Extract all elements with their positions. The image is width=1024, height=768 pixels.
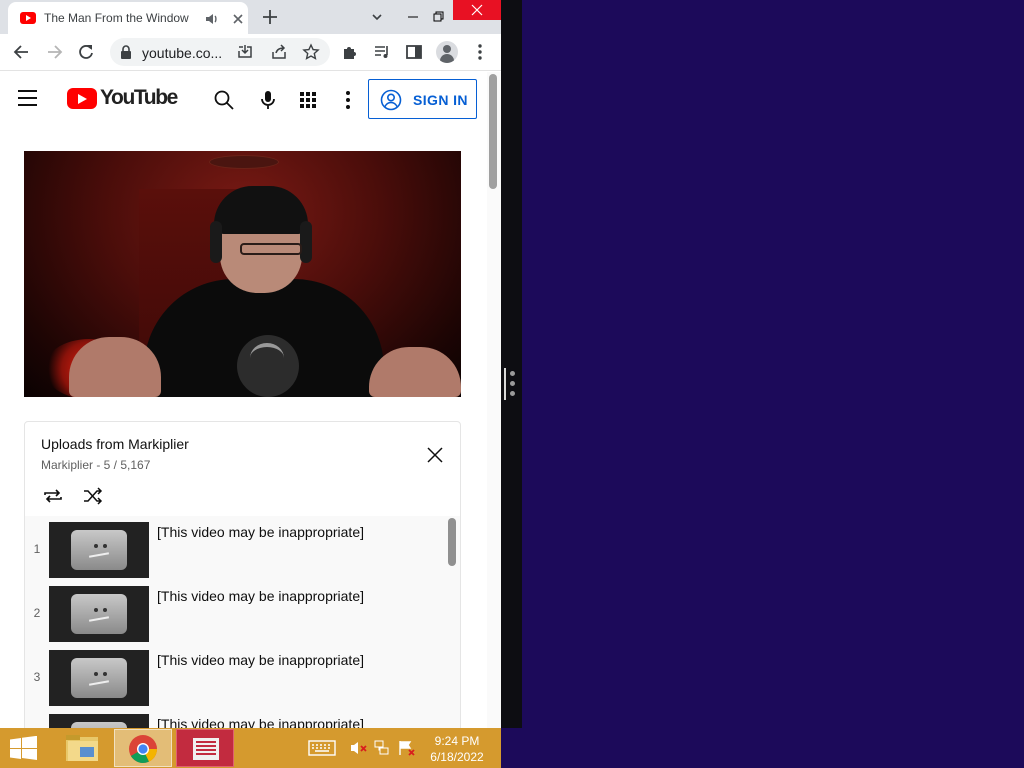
- playlist-item-title[interactable]: [This video may be inappropriate]: [157, 588, 364, 604]
- page-scrollbar-thumb[interactable]: [489, 74, 497, 189]
- network-icon[interactable]: [374, 740, 392, 761]
- sign-in-button[interactable]: SIGN IN: [368, 79, 477, 119]
- install-app-icon[interactable]: [236, 43, 254, 61]
- video-thumbnail[interactable]: [49, 650, 149, 706]
- video-player[interactable]: [24, 151, 461, 397]
- playlist-scrollbar[interactable]: [448, 518, 456, 566]
- playlist-item-index: 2: [33, 606, 41, 620]
- youtube-logo-icon[interactable]: [67, 88, 97, 109]
- profile-avatar-icon[interactable]: [436, 41, 458, 63]
- keyboard-icon[interactable]: [308, 740, 336, 761]
- shuffle-icon[interactable]: [81, 484, 105, 508]
- new-tab-plus-icon[interactable]: [258, 5, 282, 29]
- browser-tab[interactable]: The Man From the Window: [8, 2, 248, 34]
- desktop-background: [501, 0, 1024, 768]
- sign-in-label: SIGN IN: [413, 92, 468, 108]
- youtube-favicon-icon: [20, 12, 36, 24]
- bookmark-star-icon[interactable]: [302, 43, 320, 61]
- forward-arrow-icon[interactable]: [44, 42, 64, 62]
- hamburger-menu-icon[interactable]: [18, 90, 38, 106]
- media-queue-icon[interactable]: [372, 42, 392, 62]
- playlist-item[interactable]: 4 [This video may be inappropriate]: [25, 708, 445, 728]
- windows-start-icon[interactable]: [10, 735, 38, 760]
- glasses: [240, 243, 302, 255]
- system-clock[interactable]: 9:24 PM 6/18/2022: [418, 733, 496, 765]
- url-text[interactable]: youtube.co...: [142, 45, 222, 61]
- playlist-panel: Uploads from Markiplier Markiplier - 5 /…: [24, 421, 461, 728]
- browser-toolbar: youtube.co...: [0, 34, 501, 71]
- clock-date: 6/18/2022: [430, 750, 484, 764]
- microphone-highlight: [250, 343, 284, 373]
- playlist-item-title[interactable]: [This video may be inappropriate]: [157, 524, 364, 540]
- youtube-header: YouTube SIGN IN: [0, 72, 487, 127]
- more-vertical-icon[interactable]: [470, 42, 490, 62]
- microphone-icon[interactable]: [256, 88, 280, 112]
- address-bar[interactable]: youtube.co...: [110, 38, 330, 66]
- tab-title: The Man From the Window: [44, 11, 189, 25]
- side-panel-icon[interactable]: [404, 42, 424, 62]
- taskbar: 9:24 PM 6/18/2022: [0, 728, 501, 768]
- page-scrollbar[interactable]: [487, 72, 501, 728]
- taskbar-right-area: [501, 728, 1024, 768]
- reload-icon[interactable]: [76, 42, 96, 62]
- chrome-taskbar-icon[interactable]: [114, 729, 172, 767]
- playlist-item-title[interactable]: [This video may be inappropriate]: [157, 652, 364, 668]
- chrome-window: The Man From the Window youtube.co... Yo…: [0, 0, 501, 728]
- youtube-logo-text[interactable]: YouTube: [100, 86, 178, 110]
- user-circle-icon: [380, 89, 402, 116]
- apps-grid-icon[interactable]: [296, 88, 320, 112]
- playlist-item[interactable]: 1 [This video may be inappropriate]: [25, 516, 445, 580]
- playlist-title[interactable]: Uploads from Markiplier: [41, 436, 189, 452]
- ceiling-light: [209, 155, 279, 169]
- extensions-puzzle-icon[interactable]: [340, 42, 360, 62]
- playlist-subtitle: Markiplier - 5 / 5,167: [41, 458, 151, 472]
- playlist-item[interactable]: 2 [This video may be inappropriate]: [25, 580, 445, 644]
- playlist-item-title[interactable]: [This video may be inappropriate]: [157, 716, 364, 728]
- speaker-icon[interactable]: [204, 11, 220, 27]
- window-close-icon[interactable]: [453, 0, 501, 20]
- youtube-page[interactable]: YouTube SIGN IN Uploads from Markiplier …: [0, 72, 501, 728]
- restore-icon[interactable]: [424, 0, 454, 34]
- back-arrow-icon[interactable]: [12, 42, 32, 62]
- hand-left: [69, 337, 161, 397]
- notes-app-icon[interactable]: [176, 729, 234, 767]
- action-center-flag-icon[interactable]: [398, 740, 416, 761]
- settings-more-vertical-icon[interactable]: [336, 88, 360, 112]
- loop-icon[interactable]: [41, 484, 65, 508]
- video-thumbnail[interactable]: [49, 714, 149, 728]
- search-icon[interactable]: [212, 88, 236, 112]
- tab-search-chevron-down-icon[interactable]: [362, 0, 392, 34]
- person-hair: [214, 186, 308, 234]
- playlist-items: 1 [This video may be inappropriate] 2 [T…: [25, 516, 460, 728]
- share-icon[interactable]: [270, 43, 288, 61]
- volume-muted-icon[interactable]: [350, 740, 368, 761]
- clock-time: 9:24 PM: [434, 734, 480, 748]
- playlist-close-icon[interactable]: [425, 445, 445, 465]
- tab-close-icon[interactable]: [230, 11, 246, 27]
- video-thumbnail[interactable]: [49, 522, 149, 578]
- tab-strip: The Man From the Window: [0, 0, 501, 34]
- snap-divider-grip[interactable]: [504, 368, 516, 400]
- headphone-right: [300, 221, 312, 263]
- playlist-item-index: 1: [33, 542, 41, 556]
- lock-icon[interactable]: [120, 45, 132, 64]
- playlist-item-index: 3: [33, 670, 41, 684]
- playlist-item[interactable]: 3 [This video may be inappropriate]: [25, 644, 445, 708]
- snap-divider[interactable]: [501, 0, 522, 728]
- video-thumbnail[interactable]: [49, 586, 149, 642]
- file-explorer-icon[interactable]: [56, 729, 114, 767]
- headphone-left: [210, 221, 222, 263]
